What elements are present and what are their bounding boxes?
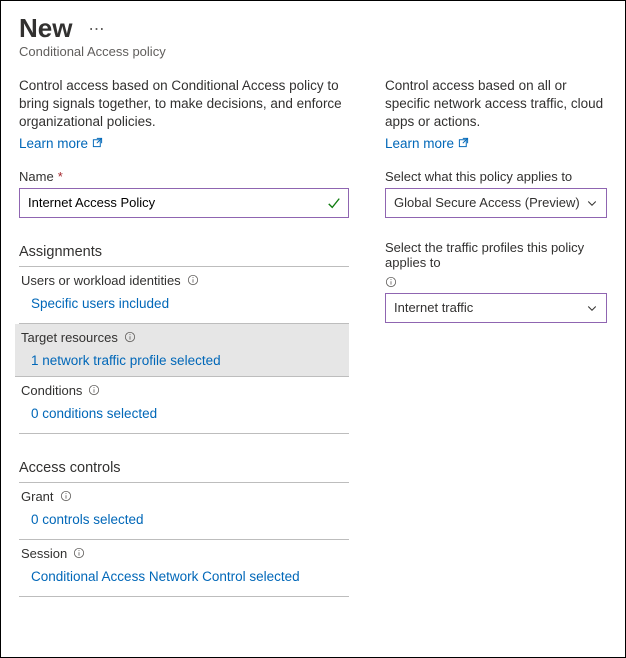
page-title: New [19, 13, 72, 44]
external-link-icon [92, 136, 103, 151]
learn-more-label: Learn more [385, 136, 454, 151]
name-label-text: Name [19, 169, 54, 184]
applies-to-value: Global Secure Access (Preview) [394, 195, 580, 210]
info-icon[interactable] [73, 547, 85, 559]
checkmark-icon [327, 196, 341, 210]
traffic-profiles-value: Internet traffic [394, 300, 473, 315]
traffic-profiles-label: Select the traffic profiles this policy … [385, 240, 607, 270]
info-icon[interactable] [124, 331, 136, 343]
learn-more-label: Learn more [19, 136, 88, 151]
required-asterisk: * [58, 169, 63, 184]
session-label: Session [21, 546, 67, 561]
policy-name-input[interactable] [19, 188, 349, 218]
target-resources-row[interactable]: Target resources 1 network traffic profi… [15, 324, 349, 377]
info-icon[interactable] [385, 276, 397, 288]
traffic-profiles-dropdown[interactable]: Internet traffic [385, 293, 607, 323]
users-value[interactable]: Specific users included [31, 296, 347, 311]
assignments-heading: Assignments [19, 238, 349, 267]
info-icon[interactable] [88, 384, 100, 396]
right-description: Control access based on all or specific … [385, 77, 607, 132]
applies-to-label: Select what this policy applies to [385, 169, 607, 184]
info-icon[interactable] [60, 490, 72, 502]
grant-label: Grant [21, 489, 54, 504]
more-actions-button[interactable]: ⋯ [88, 19, 105, 39]
grant-row[interactable]: Grant 0 controls selected [19, 483, 349, 540]
chevron-down-icon [586, 302, 598, 314]
session-row[interactable]: Session Conditional Access Network Contr… [19, 540, 349, 597]
external-link-icon [458, 136, 469, 151]
learn-more-link-right[interactable]: Learn more [385, 136, 469, 151]
page-subtitle: Conditional Access policy [19, 44, 607, 59]
info-icon[interactable] [187, 274, 199, 286]
conditions-row[interactable]: Conditions 0 conditions selected [19, 377, 349, 434]
grant-value[interactable]: 0 controls selected [31, 512, 347, 527]
chevron-down-icon [586, 197, 598, 209]
applies-to-dropdown[interactable]: Global Secure Access (Preview) [385, 188, 607, 218]
name-field-label: Name * [19, 169, 349, 184]
learn-more-link-left[interactable]: Learn more [19, 136, 103, 151]
conditions-label: Conditions [21, 383, 82, 398]
target-resources-label: Target resources [21, 330, 118, 345]
conditions-value[interactable]: 0 conditions selected [31, 406, 347, 421]
users-label: Users or workload identities [21, 273, 181, 288]
left-description: Control access based on Conditional Acce… [19, 77, 349, 132]
access-controls-heading: Access controls [19, 454, 349, 483]
traffic-profiles-label-text: Select the traffic profiles this policy … [385, 240, 607, 270]
target-resources-value[interactable]: 1 network traffic profile selected [31, 353, 347, 368]
session-value[interactable]: Conditional Access Network Control selec… [31, 569, 347, 584]
users-row[interactable]: Users or workload identities Specific us… [19, 267, 349, 324]
